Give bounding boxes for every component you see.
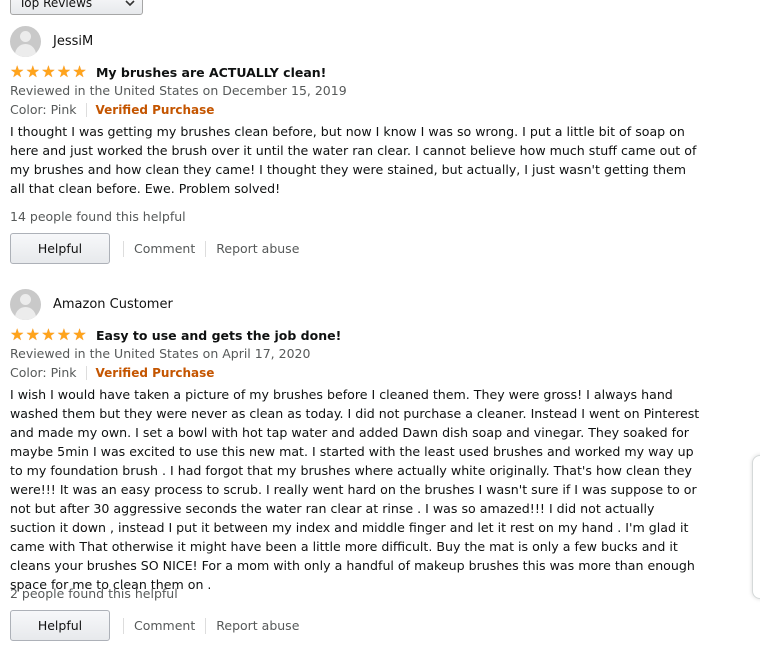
star-rating[interactable]: ★ ★ ★ ★ ★ — [10, 327, 88, 343]
review-date: Reviewed in the United States on Decembe… — [10, 83, 347, 98]
divider — [205, 617, 207, 634]
star-icon: ★ — [72, 62, 87, 81]
reviewer-name: Amazon Customer — [53, 296, 173, 312]
divider — [123, 240, 124, 257]
avatar — [10, 25, 41, 57]
star-icon: ★ — [25, 62, 40, 81]
review-body: I wish I would have taken a picture of m… — [10, 387, 700, 592]
divider — [85, 365, 87, 380]
verified-purchase-badge: Verified Purchase — [95, 102, 215, 117]
comment-link[interactable]: Comment — [134, 618, 195, 633]
product-variant-link[interactable]: Color: Pink — [10, 102, 77, 117]
star-icon: ★ — [56, 325, 72, 344]
helpful-button[interactable]: Helpful — [10, 610, 110, 641]
helpful-count: 14 people found this helpful — [10, 209, 186, 224]
star-icon: ★ — [25, 325, 40, 344]
reviewer-name: JessiM — [53, 33, 94, 49]
divider — [85, 102, 87, 117]
product-variant-link[interactable]: Color: Pink — [10, 365, 77, 380]
star-icon: ★ — [41, 62, 56, 81]
star-icon: ★ — [10, 62, 25, 81]
sort-dropdown[interactable]: Top Reviews — [10, 0, 143, 15]
avatar — [10, 288, 41, 320]
divider — [205, 240, 207, 257]
helpful-button[interactable]: Helpful — [10, 233, 110, 264]
reviewer-profile[interactable]: JessiM — [10, 25, 93, 57]
comment-link[interactable]: Comment — [134, 241, 195, 256]
verified-purchase-badge: Verified Purchase — [95, 365, 215, 380]
star-icon: ★ — [72, 325, 87, 344]
divider — [123, 617, 124, 634]
star-rating[interactable]: ★ ★ ★ ★ ★ — [10, 64, 88, 80]
review-body: I thought I was getting my brushes clean… — [10, 124, 697, 196]
report-abuse-link[interactable]: Report abuse — [216, 618, 299, 633]
side-panel-tab[interactable] — [752, 455, 760, 599]
review-title-link[interactable]: My brushes are ACTUALLY clean! — [96, 65, 326, 80]
report-abuse-link[interactable]: Report abuse — [216, 241, 299, 256]
chevron-down-icon — [125, 0, 135, 7]
review-date: Reviewed in the United States on April 1… — [10, 346, 311, 361]
star-icon: ★ — [56, 62, 72, 81]
sort-selected-label: Top Reviews — [19, 0, 93, 10]
helpful-count: 2 people found this helpful — [10, 586, 178, 601]
reviewer-profile[interactable]: Amazon Customer — [10, 288, 173, 320]
review-title-link[interactable]: Easy to use and gets the job done! — [96, 328, 341, 343]
star-icon: ★ — [41, 325, 56, 344]
star-icon: ★ — [10, 325, 25, 344]
